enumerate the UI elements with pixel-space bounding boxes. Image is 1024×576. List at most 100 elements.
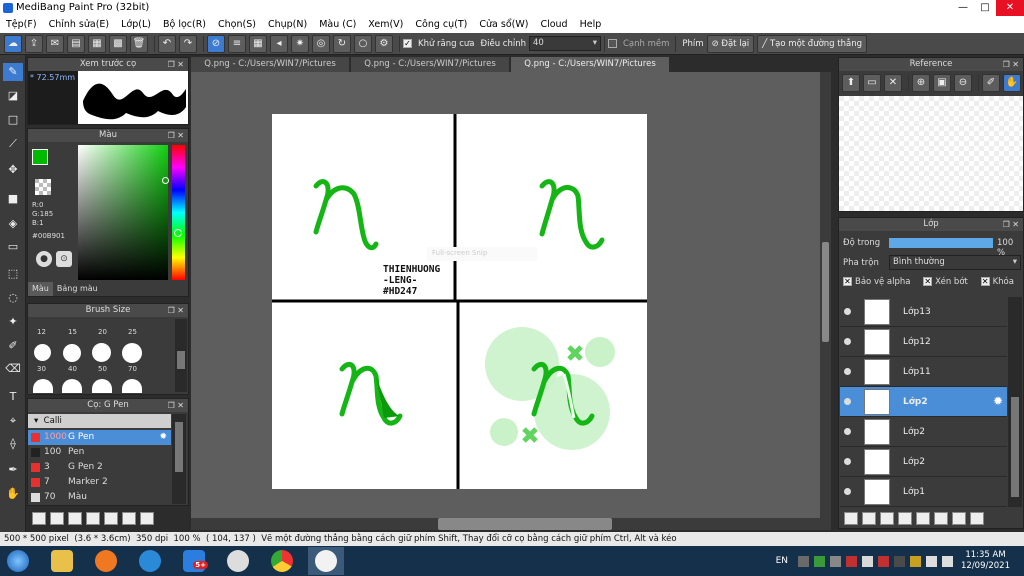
panel-menu-icon[interactable]: ❐ ✕: [168, 399, 184, 412]
document-icon[interactable]: ▦: [88, 34, 106, 53]
ring-snap-icon[interactable]: ○: [354, 34, 372, 53]
saturation-value-picker[interactable]: [78, 145, 168, 280]
redo-icon[interactable]: ↷: [179, 34, 197, 53]
size-dot[interactable]: [92, 343, 111, 362]
cloud-icon[interactable]: ☁: [4, 34, 22, 53]
curve-snap-icon[interactable]: ↻: [333, 34, 351, 53]
hue-slider-handle[interactable]: [174, 229, 182, 237]
duplicate-layer-icon[interactable]: [934, 511, 948, 525]
palette-icon[interactable]: ●: [36, 251, 52, 267]
reference-open-icon[interactable]: ▭: [863, 74, 881, 92]
size-dot[interactable]: [34, 344, 51, 361]
blend-mode-select[interactable]: Bình thường: [889, 255, 1021, 270]
reference-hand-icon[interactable]: ✋: [1003, 74, 1021, 92]
select-pen-icon[interactable]: ✐: [3, 337, 23, 355]
new-layer-icon[interactable]: [844, 511, 858, 525]
add-layer-menu-icon[interactable]: [898, 511, 912, 525]
visibility-eye-icon[interactable]: [844, 368, 851, 375]
size-dot[interactable]: [92, 379, 112, 393]
dot-tool-icon[interactable]: □: [3, 111, 23, 129]
menu-view[interactable]: Xem(V): [362, 16, 409, 33]
size-dot[interactable]: [122, 379, 142, 393]
delete-brush-icon[interactable]: [140, 511, 154, 525]
brush-group-calli[interactable]: ▾ Calli: [28, 414, 171, 428]
size-dot[interactable]: [62, 379, 82, 393]
reference-close-icon[interactable]: ✕: [884, 74, 902, 92]
reference-upload-icon[interactable]: ⬆: [842, 74, 860, 92]
straight-line-button[interactable]: ╱ Tạo một đường thẳng: [757, 34, 867, 53]
brush-tool-icon[interactable]: ✎: [3, 63, 23, 81]
layer-row[interactable]: Lớp1: [840, 477, 1007, 507]
opacity-slider[interactable]: [889, 238, 993, 248]
radial-snap-icon[interactable]: ✷: [291, 34, 309, 53]
menu-select[interactable]: Chọn(S): [212, 16, 262, 33]
share-icon[interactable]: ⇪: [25, 34, 43, 53]
foreground-color-swatch[interactable]: [32, 149, 48, 165]
maximize-button[interactable]: □: [974, 0, 996, 16]
menu-window[interactable]: Cửa sổ(W): [473, 16, 534, 33]
reference-zoom-in-icon[interactable]: ⊕: [912, 74, 930, 92]
cross-snap-icon[interactable]: ▦: [249, 34, 267, 53]
comment-icon[interactable]: ✉: [46, 34, 64, 53]
undo-icon[interactable]: ↶: [158, 34, 176, 53]
close-button[interactable]: ✕: [996, 0, 1024, 16]
menu-edit[interactable]: Chỉnh sửa(E): [43, 16, 116, 33]
clock[interactable]: 11:35 AM 12/09/2021: [961, 550, 1010, 572]
visibility-eye-icon[interactable]: [844, 308, 851, 315]
lasso-tool-icon[interactable]: ◌: [3, 289, 23, 307]
copy-icon[interactable]: [122, 511, 136, 525]
menu-color[interactable]: Màu (C): [313, 16, 362, 33]
parallel-snap-icon[interactable]: ≡: [228, 34, 246, 53]
clipping-checkbox[interactable]: ✕: [923, 277, 933, 286]
soft-edge-checkbox[interactable]: [607, 39, 617, 48]
brush-settings-icon[interactable]: [86, 511, 100, 525]
page-icon[interactable]: ▤: [67, 34, 85, 53]
snap-off-icon[interactable]: ⊘: [207, 34, 225, 53]
tray-app-icon[interactable]: [846, 555, 857, 567]
correction-select[interactable]: 40: [528, 36, 601, 51]
size-dot[interactable]: [63, 344, 81, 362]
panel-menu-icon[interactable]: ❐ ✕: [1003, 218, 1019, 231]
reference-zoom-out-icon[interactable]: ⊖: [954, 74, 972, 92]
folder-icon[interactable]: [104, 511, 118, 525]
layer-row-selected[interactable]: Lớp2 ✹: [840, 387, 1007, 417]
panel-menu-icon[interactable]: ❐ ✕: [1003, 58, 1019, 71]
eraser-tool-icon[interactable]: ◪: [3, 87, 23, 105]
fill-tool-icon[interactable]: ◈: [3, 215, 23, 233]
canvas-horizontal-scrollbar[interactable]: [191, 518, 831, 530]
text-tool-icon[interactable]: T: [3, 388, 23, 406]
size-dot[interactable]: [122, 343, 142, 363]
size-option-20[interactable]: 20: [98, 328, 107, 336]
layer-row[interactable]: Lớp13: [840, 297, 1007, 327]
layer-row[interactable]: Lớp11: [840, 357, 1007, 387]
hand-tool-icon[interactable]: ✋: [3, 485, 23, 503]
brush-item-pen[interactable]: 100 Pen: [28, 445, 171, 460]
snap-settings-icon[interactable]: ⚙: [375, 34, 393, 53]
chrome-icon[interactable]: [264, 547, 300, 575]
tab-document-1[interactable]: Q.png - C:/Users/WIN7/Pictures: [191, 57, 349, 72]
menu-tools[interactable]: Công cụ(T): [409, 16, 473, 33]
minimize-button[interactable]: —: [952, 0, 974, 16]
visibility-eye-icon[interactable]: [844, 428, 851, 435]
grid-icon[interactable]: ▩: [109, 34, 127, 53]
eyedropper-tool-icon[interactable]: ⟠: [3, 435, 23, 453]
panel-menu-icon[interactable]: ❐ ✕: [168, 304, 184, 317]
medibang-icon[interactable]: [308, 547, 344, 575]
lock-checkbox[interactable]: ✕: [980, 277, 990, 286]
eyedropper-icon[interactable]: ⊙: [56, 251, 72, 267]
visibility-eye-icon[interactable]: [844, 488, 851, 495]
zoom-pen-icon[interactable]: ✒: [3, 461, 23, 479]
panel-menu-icon[interactable]: ❐ ✕: [168, 129, 184, 142]
brush-settings-gear-icon[interactable]: ✹: [159, 430, 167, 445]
merge-layer-icon[interactable]: [952, 511, 966, 525]
tab-color[interactable]: Màu: [28, 282, 53, 296]
trash-icon[interactable]: 🗑: [130, 34, 148, 53]
new-brush-icon[interactable]: [50, 511, 64, 525]
new-8bit-layer-icon[interactable]: [880, 511, 894, 525]
tab-document-3[interactable]: Q.png - C:/Users/WIN7/Pictures: [511, 57, 669, 72]
network-icon[interactable]: [926, 555, 937, 567]
upload-brush-icon[interactable]: [32, 511, 46, 525]
size-option-30[interactable]: 30: [37, 365, 46, 373]
add-brush-icon[interactable]: [68, 511, 82, 525]
reset-button[interactable]: ⊘ Đặt lại: [706, 34, 755, 53]
